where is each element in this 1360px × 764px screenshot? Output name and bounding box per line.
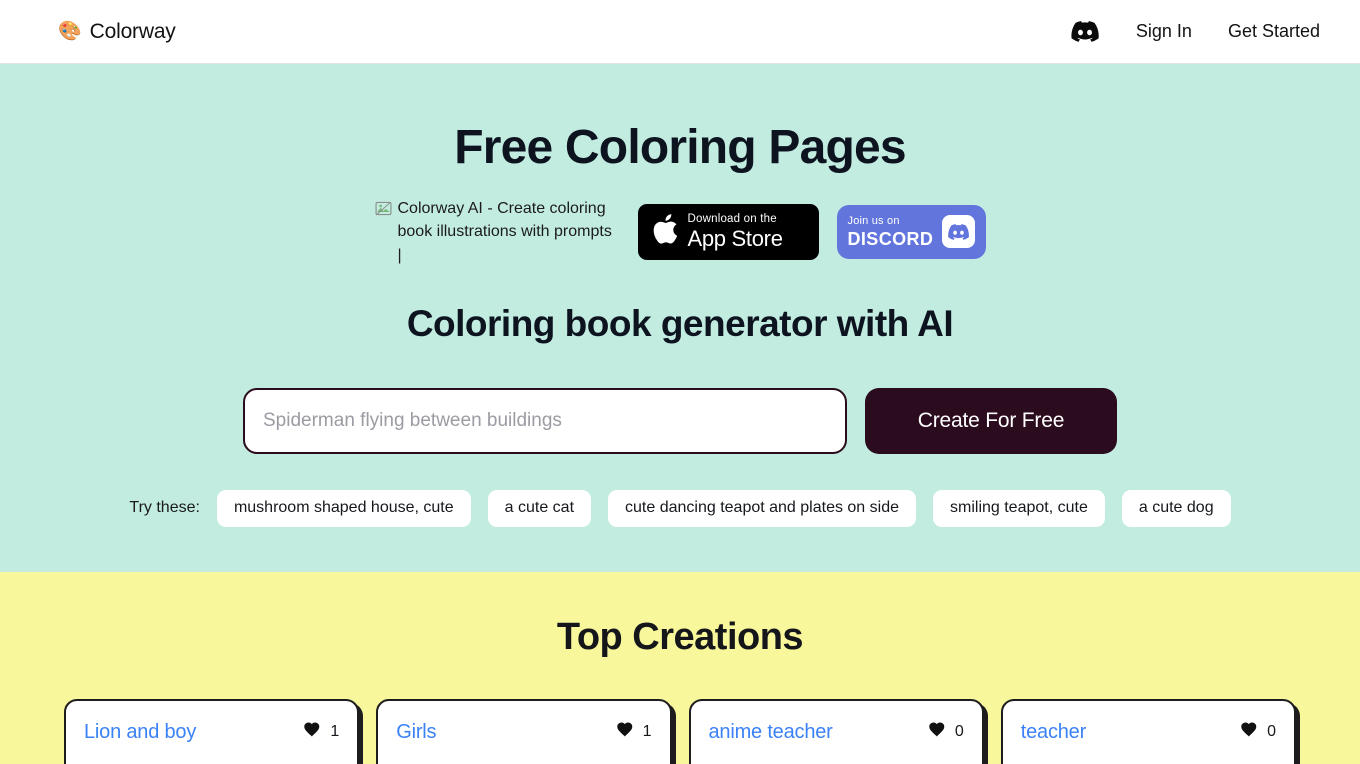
broken-image-alt-text: Colorway AI - Create coloring book illus… — [397, 200, 612, 264]
creation-title-link[interactable]: Lion and boy — [84, 721, 196, 744]
heart-icon[interactable] — [928, 721, 946, 742]
suggestion-chip[interactable]: mushroom shaped house, cute — [216, 489, 471, 527]
creation-title-link[interactable]: Girls — [396, 721, 436, 744]
creation-title-link[interactable]: teacher — [1021, 721, 1087, 744]
prompt-input[interactable] — [243, 387, 847, 454]
hero-subtitle: Coloring book generator with AI — [406, 302, 954, 344]
suggestion-chip[interactable]: cute dancing teapot and plates on side — [608, 489, 916, 527]
sign-in-link[interactable]: Sign In — [1118, 13, 1210, 50]
top-creations-title: Top Creations — [556, 616, 804, 658]
creation-card[interactable]: Lion and boy 1 — [64, 699, 360, 764]
page-title: Free Coloring Pages — [454, 121, 906, 174]
apple-icon — [652, 213, 678, 250]
suggestion-chip[interactable]: a cute dog — [1121, 489, 1231, 527]
prompt-row: Create For Free — [243, 387, 1117, 454]
like-counter[interactable]: 1 — [616, 721, 652, 742]
like-count: 0 — [1267, 722, 1276, 740]
app-store-big-label: App Store — [687, 226, 783, 252]
like-counter[interactable]: 0 — [1240, 721, 1276, 742]
suggestion-chip[interactable]: a cute cat — [487, 489, 592, 527]
like-counter[interactable]: 0 — [928, 721, 964, 742]
brand-logo[interactable]: 🎨 Colorway — [58, 20, 176, 44]
get-started-link[interactable]: Get Started — [1210, 13, 1338, 50]
heart-icon[interactable] — [616, 721, 634, 742]
creation-card[interactable]: teacher 0 — [1000, 699, 1296, 764]
create-for-free-button[interactable]: Create For Free — [865, 387, 1117, 454]
try-these-label: Try these: — [129, 499, 200, 517]
discord-logo-icon — [941, 215, 975, 249]
broken-hero-image: Colorway AI - Create coloring book illus… — [374, 197, 620, 267]
creations-card-row: Lion and boy 1 Girls 1 anime teacher 0 t… — [0, 699, 1360, 764]
palette-icon: 🎨 — [58, 21, 82, 42]
badge-row: Colorway AI - Create coloring book illus… — [374, 197, 986, 267]
broken-image-icon — [374, 200, 392, 224]
app-store-badge[interactable]: Download on the App Store — [637, 203, 819, 260]
discord-small-label: Join us on — [847, 214, 900, 227]
discord-join-badge[interactable]: Join us on DISCORD — [836, 204, 986, 259]
suggestion-chip[interactable]: smiling teapot, cute — [933, 489, 1105, 527]
like-count: 1 — [642, 722, 652, 740]
creation-title-link[interactable]: anime teacher — [709, 721, 833, 744]
hero-section: Free Coloring Pages Colorway AI - Create… — [0, 64, 1360, 572]
top-creations-section: Top Creations Lion and boy 1 Girls 1 ani… — [0, 572, 1360, 764]
heart-icon[interactable] — [1240, 721, 1258, 742]
discord-big-label: DISCORD — [847, 228, 934, 249]
like-count: 0 — [954, 722, 964, 740]
app-store-small-label: Download on the — [687, 212, 777, 225]
like-counter[interactable]: 1 — [303, 721, 339, 742]
suggestions-row: Try these: mushroom shaped house, cute a… — [0, 489, 1360, 527]
header-nav: Sign In Get Started — [1062, 12, 1338, 52]
brand-name: Colorway — [89, 19, 176, 43]
heart-icon[interactable] — [303, 721, 321, 742]
creation-card[interactable]: anime teacher 0 — [688, 699, 984, 764]
discord-icon[interactable] — [1062, 12, 1108, 52]
creation-card[interactable]: Girls 1 — [376, 699, 672, 764]
like-count: 1 — [330, 722, 340, 740]
site-header: 🎨 Colorway Sign In Get Started — [0, 0, 1360, 64]
discord-badge-text: Join us on DISCORD — [847, 214, 934, 249]
app-store-text: Download on the App Store — [687, 212, 783, 252]
